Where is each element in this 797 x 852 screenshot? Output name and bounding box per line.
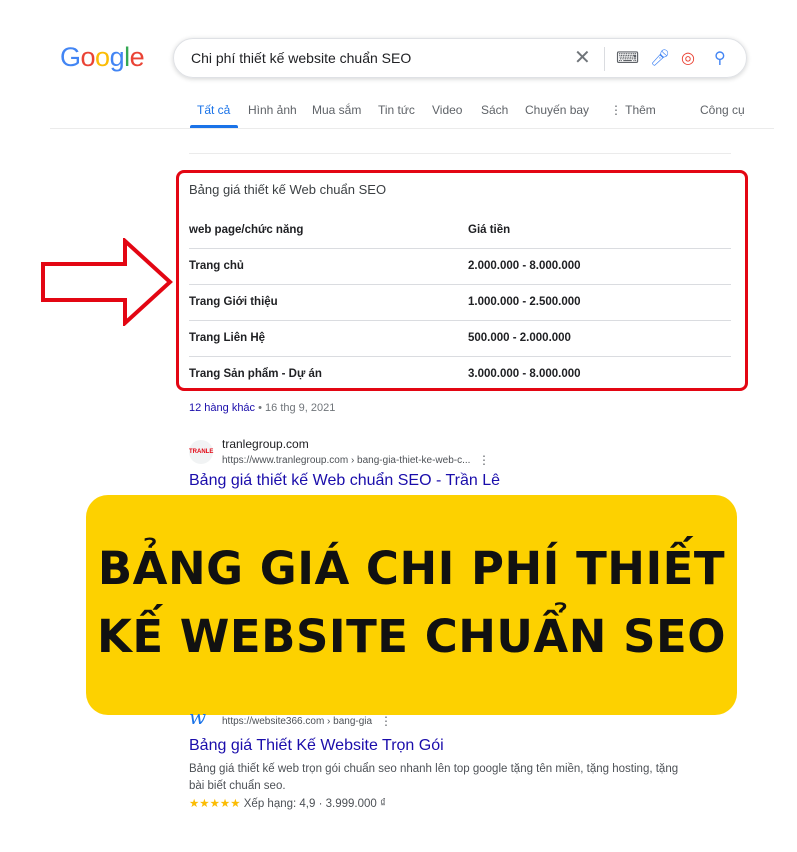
more-rows-link[interactable]: 12 hàng khác bbox=[189, 402, 255, 414]
header-price: Giá tiền bbox=[468, 224, 511, 236]
site-favicon: TRANLE bbox=[189, 440, 213, 464]
table-row: Trang chủ 2.000.000 - 8.000.000 bbox=[189, 249, 731, 285]
cell-price: 3.000.000 - 8.000.000 bbox=[468, 368, 581, 380]
table-row: Trang Liên Hệ 500.000 - 2.000.000 bbox=[189, 321, 731, 357]
table-row: Trang Sản phẩm - Dự án 3.000.000 - 8.000.… bbox=[189, 357, 731, 393]
banner-line-2: KẾ WEBSITE CHUẨN SEO bbox=[97, 610, 726, 663]
cell-page: Trang Liên Hệ bbox=[189, 332, 266, 344]
result-title[interactable]: Bảng giá Thiết Kế Website Trọn Gói bbox=[189, 737, 444, 755]
table-date: 16 thg 9, 2021 bbox=[265, 402, 336, 414]
cell-price: 1.000.000 - 2.500.000 bbox=[468, 296, 581, 308]
more-options-icon[interactable]: ⋮ bbox=[380, 714, 392, 728]
search-icon[interactable]: ⚲ bbox=[714, 48, 726, 68]
tabs-divider bbox=[50, 128, 774, 129]
search-input[interactable]: Chi phí thiết kế website chuẩn SEO bbox=[191, 50, 411, 66]
tab-tools[interactable]: Công cụ bbox=[700, 103, 745, 117]
tab-shopping[interactable]: Mua sắm bbox=[312, 103, 361, 117]
divider bbox=[189, 153, 731, 154]
tab-books[interactable]: Sách bbox=[481, 103, 508, 117]
cell-page: Trang chủ bbox=[189, 260, 244, 272]
search-box[interactable]: Chi phí thiết kế website chuẩn SEO ✕ ⌨ 🎤… bbox=[173, 38, 747, 78]
result-title[interactable]: Bảng giá thiết kế Web chuẩn SEO - Trần L… bbox=[189, 472, 500, 490]
site-favicon: w bbox=[189, 710, 207, 726]
google-logo[interactable]: Google bbox=[60, 42, 145, 73]
arrow-right-icon bbox=[41, 238, 173, 326]
result-site[interactable]: tranlegroup.com bbox=[222, 437, 309, 451]
tab-all[interactable]: Tất cả bbox=[197, 103, 230, 117]
tab-more[interactable]: ⋮ Thêm bbox=[610, 103, 656, 117]
cell-page: Trang Giới thiệu bbox=[189, 296, 278, 308]
tab-images[interactable]: Hình ảnh bbox=[248, 103, 297, 117]
result-url[interactable]: https://website366.com › bang-gia bbox=[222, 716, 372, 727]
tab-news[interactable]: Tin tức bbox=[378, 103, 415, 117]
table-meta: 12 hàng khác • 16 thg 9, 2021 bbox=[189, 402, 336, 414]
more-options-icon[interactable]: ⋮ bbox=[478, 453, 490, 467]
clear-icon[interactable]: ✕ bbox=[574, 45, 591, 70]
tab-flights[interactable]: Chuyến bay bbox=[525, 103, 589, 117]
divider bbox=[604, 47, 605, 71]
tab-video[interactable]: Video bbox=[432, 103, 462, 117]
result-url[interactable]: https://www.tranlegroup.com › bang-gia-t… bbox=[222, 455, 470, 466]
microphone-icon[interactable]: 🎤︎ bbox=[650, 48, 670, 68]
star-rating-icon: ★★★★★ bbox=[189, 798, 241, 810]
header-page: web page/chức năng bbox=[189, 224, 304, 236]
keyboard-icon[interactable]: ⌨ bbox=[616, 48, 639, 68]
title-banner: BẢNG GIÁ CHI PHÍ THIẾT KẾ WEBSITE CHUẨN … bbox=[86, 495, 737, 715]
table-row: Trang Giới thiệu 1.000.000 - 2.500.000 bbox=[189, 285, 731, 321]
cell-price: 2.000.000 - 8.000.000 bbox=[468, 260, 581, 272]
cell-price: 500.000 - 2.000.000 bbox=[468, 332, 571, 344]
table-title: Bảng giá thiết kế Web chuẩn SEO bbox=[189, 182, 387, 197]
banner-line-1: BẢNG GIÁ CHI PHÍ THIẾT bbox=[97, 542, 726, 595]
result-rating: ★★★★★ Xếp hạng: 4,9 · 3.999.000 ₫ bbox=[189, 796, 386, 813]
rating-text: Xếp hạng: 4,9 · 3.999.000 ₫ bbox=[243, 798, 386, 810]
lens-icon[interactable]: ◎ bbox=[681, 48, 695, 68]
result-snippet: Bảng giá thiết kế web trọn gói chuẩn seo… bbox=[189, 763, 679, 792]
cell-page: Trang Sản phẩm - Dự án bbox=[189, 368, 322, 380]
